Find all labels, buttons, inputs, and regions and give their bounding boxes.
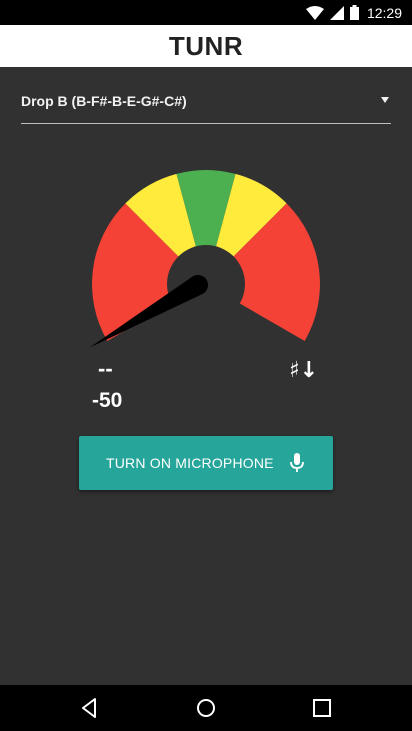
- turn-on-microphone-button[interactable]: TURN ON MICROPHONE: [79, 436, 333, 490]
- tuning-dropdown[interactable]: Drop B (B-F#-B-E-G#-C#): [21, 84, 391, 124]
- app-bar: TUNR: [0, 25, 412, 67]
- home-icon[interactable]: [195, 697, 217, 719]
- tuning-selected-value: Drop B (B-F#-B-E-G#-C#): [21, 93, 187, 109]
- clock: 12:29: [366, 4, 402, 21]
- status-bar: 12:29: [0, 0, 412, 25]
- recents-icon[interactable]: [311, 697, 333, 719]
- back-icon[interactable]: [79, 697, 101, 719]
- detected-note: --: [98, 356, 113, 381]
- pitch-direction-indicator: ♯↓: [289, 358, 319, 383]
- dropdown-arrow-icon: [381, 97, 389, 103]
- tuner-gauge: [89, 170, 320, 348]
- microphone-button-label: TURN ON MICROPHONE: [106, 455, 274, 471]
- microphone-icon: [290, 453, 304, 472]
- signal-icon: [329, 5, 344, 20]
- cents-offset: -50: [92, 389, 123, 412]
- navigation-bar: [0, 685, 412, 731]
- battery-icon: [349, 5, 359, 20]
- wifi-icon: [305, 5, 324, 20]
- app-title: TUNR: [168, 30, 244, 61]
- status-icons: 12:29: [305, 4, 402, 21]
